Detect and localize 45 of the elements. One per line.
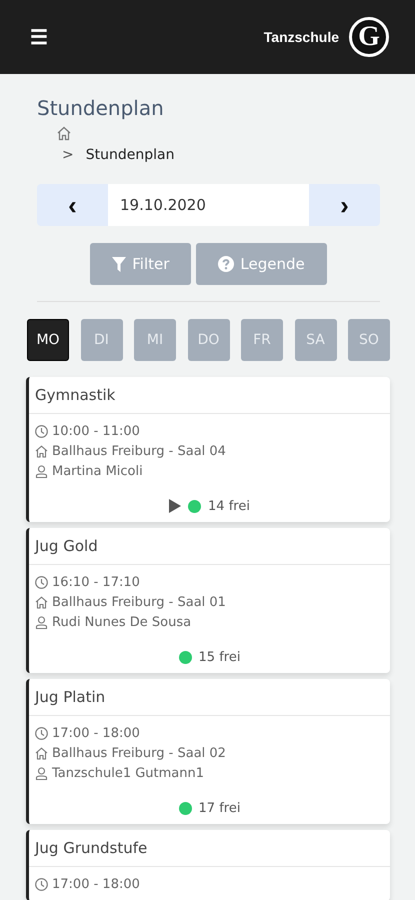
course-card[interactable]: Jug Grundstufe 17:00 - 18:00 bbox=[26, 830, 390, 900]
course-title: Gymnastik bbox=[29, 377, 390, 414]
page-title: Stundenplan bbox=[37, 96, 165, 120]
course-venue: Ballhaus Freiburg - Saal 02 bbox=[52, 746, 226, 760]
course-card[interactable]: Jug Platin 17:00 - 18:00 Ballhaus Freiburg - Saal 02 Tanzschule1 Gutmann1 17 frei bbox=[26, 679, 390, 824]
course-teacher: Tanzschule1 Gutmann1 bbox=[52, 766, 204, 780]
date-field[interactable]: 19.10.2020 bbox=[108, 184, 309, 226]
course-time: 10:00 - 11:00 bbox=[52, 424, 140, 438]
breadcrumb-separator: > bbox=[62, 147, 74, 163]
free-places: 15 frei bbox=[198, 650, 240, 664]
clock-icon bbox=[35, 878, 48, 890]
course-time: 17:00 - 18:00 bbox=[52, 876, 140, 892]
brand-name: Tanzschule bbox=[264, 29, 339, 45]
person-icon bbox=[35, 766, 48, 780]
course-time: 16:10 - 17:10 bbox=[52, 574, 140, 590]
filter-icon bbox=[112, 256, 126, 272]
course-venue: Ballhaus Freiburg - Saal 01 bbox=[52, 594, 226, 610]
course-card[interactable]: Gymnastik 10:00 - 11:00 Ballhaus Freiburg - Saal 04 Martina Micoli 14 frei bbox=[26, 377, 390, 522]
clock-icon bbox=[35, 576, 48, 588]
course-teacher: Rudi Nunes De Sousa bbox=[52, 614, 192, 630]
play-icon[interactable] bbox=[169, 499, 182, 513]
course-title: Jug Grundstufe bbox=[29, 830, 390, 867]
home-icon[interactable] bbox=[56, 126, 72, 141]
home-icon bbox=[35, 596, 48, 608]
person-icon bbox=[35, 464, 48, 478]
menu-button[interactable]: ☰ bbox=[30, 24, 48, 50]
day-tab[interactable]: MO bbox=[27, 319, 69, 361]
help-icon bbox=[218, 256, 234, 272]
clock-icon bbox=[35, 424, 48, 438]
course-venue: Ballhaus Freiburg - Saal 04 bbox=[52, 444, 226, 458]
free-places: 17 frei bbox=[198, 800, 240, 816]
course-teacher: Martina Micoli bbox=[52, 464, 143, 478]
previous-day-button[interactable]: ‹ bbox=[37, 184, 108, 226]
course-title: Jug Gold bbox=[29, 528, 390, 565]
free-places: 14 frei bbox=[208, 498, 250, 514]
home-icon bbox=[35, 746, 48, 760]
course-card[interactable]: Jug Gold 16:10 - 17:10 Ballhaus Freiburg - Saal 01 Rudi Nunes De Sousa 15 frei bbox=[26, 528, 390, 673]
logo[interactable]: G bbox=[349, 17, 389, 57]
next-day-button[interactable]: › bbox=[309, 184, 380, 226]
home-icon bbox=[35, 444, 48, 458]
clock-icon bbox=[35, 726, 48, 740]
course-title: Jug Platin bbox=[29, 679, 390, 716]
breadcrumb-current: Stundenplan bbox=[86, 147, 174, 163]
course-time: 17:00 - 18:00 bbox=[52, 726, 140, 740]
person-icon bbox=[35, 616, 48, 628]
